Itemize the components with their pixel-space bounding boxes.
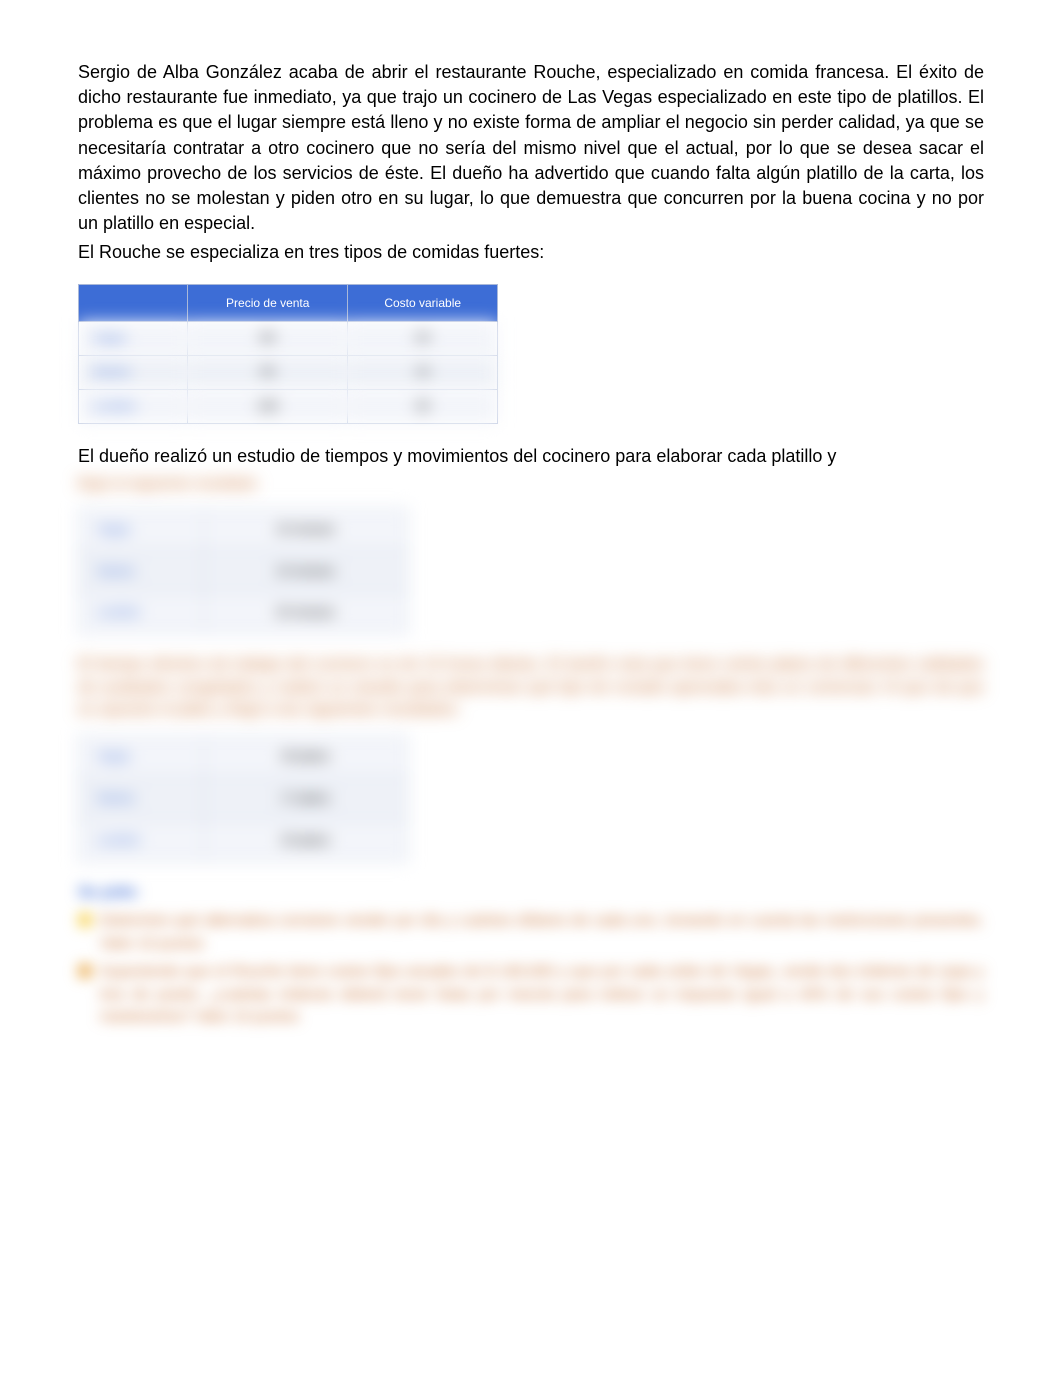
cell-label: Lumière [79, 592, 204, 634]
table-times-wrap: Vegas 15 minutos Nantes 10 minutos Lumiè… [78, 508, 984, 634]
table-prices-wrap: Precio de venta Costo variable Vegas 80 … [78, 284, 984, 424]
cell-label: Lumière [79, 389, 188, 423]
bullet-icon [78, 913, 92, 927]
pide-item-2: Suponiendo que el Rouche tiene costos fi… [78, 961, 984, 1029]
cell-val: 15 [348, 356, 498, 390]
pide-text-1: Determine qué alternativa conviene vende… [100, 910, 984, 955]
table-plates-wrap: Vegas 30 platos Nantes 17 platos Lumière… [78, 735, 984, 861]
table-row: Lumière 20 minutos [79, 592, 408, 634]
table-row: Nantes 17 platos [79, 778, 408, 820]
intro-paragraph: Sergio de Alba González acaba de abrir e… [78, 60, 984, 236]
cell-label: Vegas [79, 508, 204, 550]
table-prices: Precio de venta Costo variable Vegas 80 … [78, 284, 498, 424]
table-row: Nantes 10 minutos [79, 550, 408, 592]
pide-section: Se pide: Determine qué alternativa convi… [78, 882, 984, 1029]
cell-val: 15 minutos [204, 508, 408, 550]
cell-label: Nantes [79, 550, 204, 592]
table-row: Lumière 105 30 [79, 389, 498, 423]
table-row: Nantes 55 15 [79, 356, 498, 390]
intro-line-specialties: El Rouche se especializa en tres tipos d… [78, 240, 984, 265]
cell-label: Lumière [79, 820, 204, 862]
cell-val: 30 [348, 389, 498, 423]
th-blank [79, 284, 188, 322]
cell-val: 30 platos [204, 736, 408, 778]
bullet-icon [78, 964, 92, 978]
cell-val: 105 [188, 389, 348, 423]
pide-text-2: Suponiendo que el Rouche tiene costos fi… [100, 961, 984, 1029]
pide-item-1: Determine qué alternativa conviene vende… [78, 910, 984, 955]
cell-label: Nantes [79, 778, 204, 820]
cell-label: Vegas [79, 322, 188, 356]
blurred-continuation-a: llegó al siguiente resultado: [78, 473, 984, 494]
blurred-paragraph-b: El tiempo efectivo de trabajo del cocine… [78, 654, 984, 721]
cell-val: 20 minutos [204, 592, 408, 634]
table-row: Lumière 20 platos [79, 820, 408, 862]
th-precio: Precio de venta [188, 284, 348, 322]
table-plates: Vegas 30 platos Nantes 17 platos Lumière… [78, 735, 408, 861]
th-costo: Costo variable [348, 284, 498, 322]
table-times: Vegas 15 minutos Nantes 10 minutos Lumiè… [78, 508, 408, 634]
cell-val: 55 [188, 356, 348, 390]
cell-val: 20 platos [204, 820, 408, 862]
table-row: Vegas 15 minutos [79, 508, 408, 550]
table-row: Vegas 80 20 [79, 322, 498, 356]
cell-label: Vegas [79, 736, 204, 778]
cell-label: Nantes [79, 356, 188, 390]
pide-title: Se pide: [78, 882, 984, 904]
cell-val: 80 [188, 322, 348, 356]
cell-val: 17 platos [204, 778, 408, 820]
table-row: Vegas 30 platos [79, 736, 408, 778]
study-line: El dueño realizó un estudio de tiempos y… [78, 444, 984, 469]
cell-val: 20 [348, 322, 498, 356]
cell-val: 10 minutos [204, 550, 408, 592]
